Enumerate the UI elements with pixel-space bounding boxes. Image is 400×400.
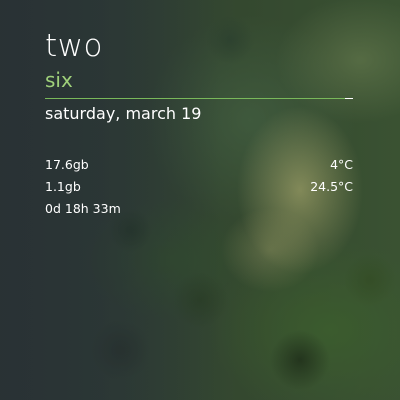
widget-date: saturday, march 19 bbox=[45, 104, 202, 123]
outdoor-temperature: 4°C bbox=[330, 157, 353, 172]
widget-subtitle: six bbox=[45, 68, 73, 92]
stat-row-memory: 17.6gb 4°C bbox=[45, 156, 353, 173]
cpu-temperature: 24.5°C bbox=[310, 179, 353, 194]
stat-row-disk: 1.1gb 24.5°C bbox=[45, 178, 353, 195]
widget-divider bbox=[45, 98, 353, 99]
info-widget: two six saturday, march 19 17.6gb 4°C 1.… bbox=[45, 28, 353, 222]
stats-list: 17.6gb 4°C 1.1gb 24.5°C 0d 18h 33m bbox=[45, 156, 353, 217]
widget-title: two bbox=[45, 28, 103, 64]
uptime-value: 0d 18h 33m bbox=[45, 201, 121, 216]
stat-row-uptime: 0d 18h 33m bbox=[45, 200, 353, 217]
memory-value: 17.6gb bbox=[45, 157, 89, 172]
disk-value: 1.1gb bbox=[45, 179, 81, 194]
divider-tick bbox=[345, 98, 353, 99]
desktop-screen: two six saturday, march 19 17.6gb 4°C 1.… bbox=[0, 0, 400, 400]
